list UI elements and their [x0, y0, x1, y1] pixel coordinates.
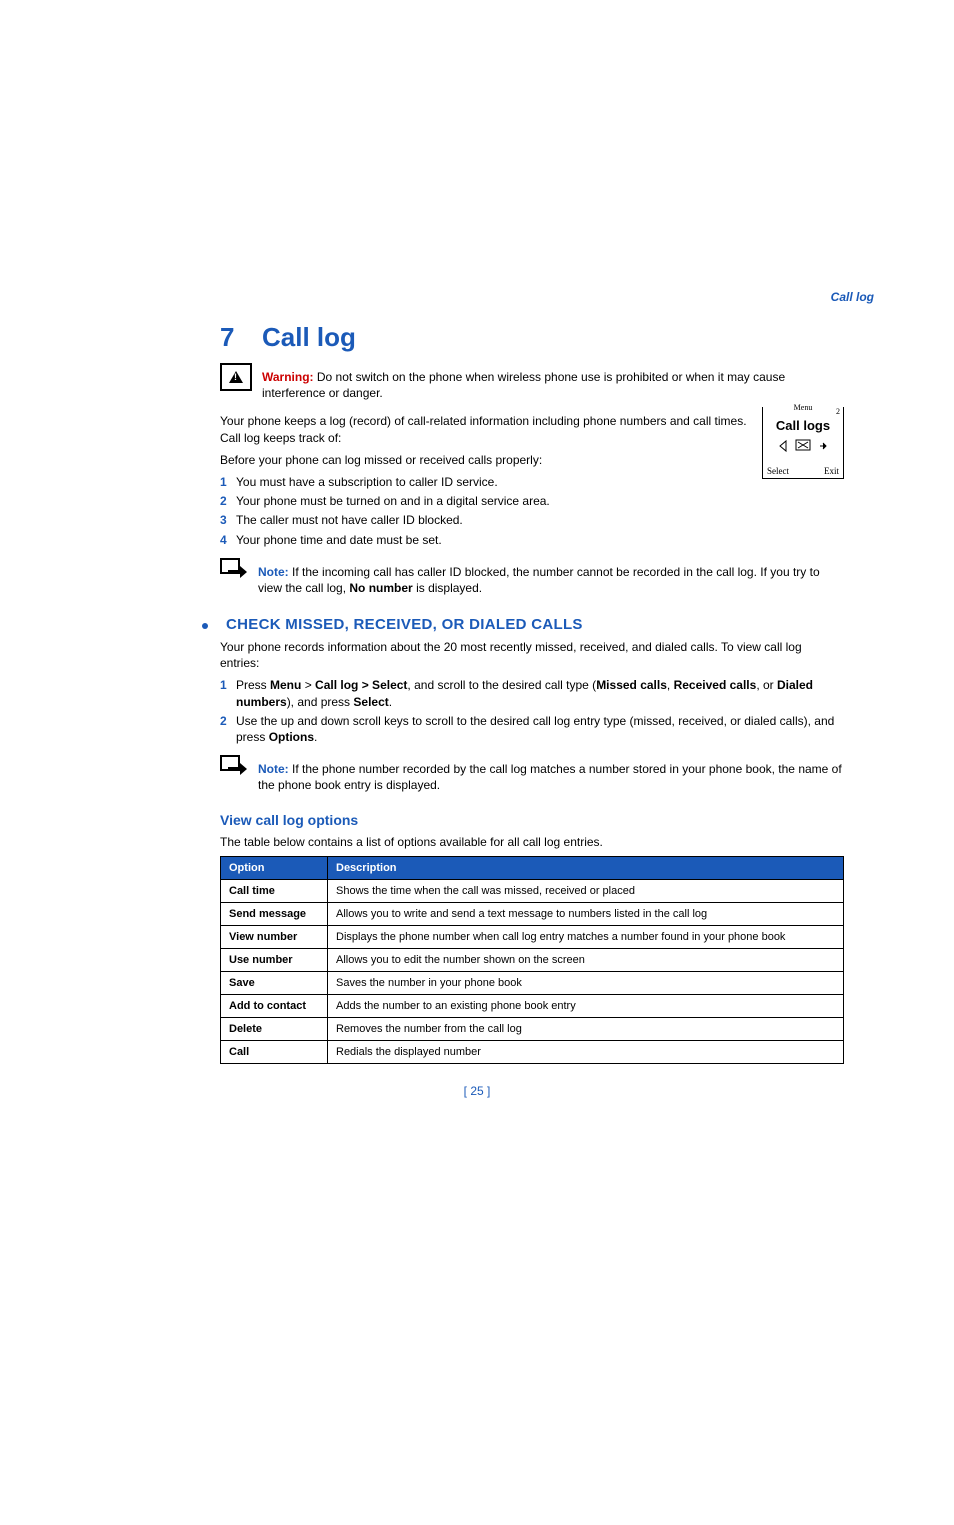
intro-paragraph-2: Before your phone can log missed or rece…: [220, 452, 844, 468]
th-option: Option: [221, 856, 328, 879]
list-item: 2Your phone must be turned on and in a d…: [220, 493, 844, 509]
th-description: Description: [328, 856, 844, 879]
options-table: OptionDescription Call timeShows the tim…: [220, 856, 844, 1064]
list-item: 1Press Menu > Call log > Select, and scr…: [220, 677, 844, 709]
warning-label: Warning:: [262, 370, 314, 384]
table-row: View numberDisplays the phone number whe…: [221, 925, 844, 948]
section-heading: CHECK MISSED, RECEIVED, OR DIALED CALLS: [220, 616, 844, 633]
list-item: 4Your phone time and date must be set.: [220, 532, 844, 548]
steps-list: 1Press Menu > Call log > Select, and scr…: [220, 677, 844, 745]
list-item: 3The caller must not have caller ID bloc…: [220, 512, 844, 528]
table-caption: The table below contains a list of optio…: [220, 834, 844, 850]
table-row: Call timeShows the time when the call wa…: [221, 879, 844, 902]
requirements-list: 1You must have a subscription to caller …: [220, 474, 844, 548]
note-text: Note: If the incoming call has caller ID…: [258, 564, 844, 596]
table-row: Send messageAllows you to write and send…: [221, 902, 844, 925]
section-title: CHECK MISSED, RECEIVED, OR DIALED CALLS: [226, 616, 583, 633]
list-item: 2Use the up and down scroll keys to scro…: [220, 713, 844, 745]
intro-paragraph-1: Your phone keeps a log (record) of call-…: [220, 413, 844, 445]
page-number: [ 25 ]: [80, 1084, 874, 1098]
chapter-heading: 7 Call log: [220, 322, 844, 353]
table-row: DeleteRemoves the number from the call l…: [221, 1017, 844, 1040]
note-block: Note: If the incoming call has caller ID…: [220, 558, 844, 602]
note-block: Note: If the phone number recorded by th…: [220, 755, 844, 799]
phone-screen-illustration: Menu 2 Call logs SelectExit: [762, 407, 844, 479]
chapter-title: Call log: [262, 322, 356, 353]
subsection-title: View call log options: [220, 812, 844, 828]
warning-text: Warning: Do not switch on the phone when…: [262, 369, 844, 401]
bullet-icon: [202, 623, 208, 629]
note-icon: [220, 558, 248, 580]
note-text: Note: If the phone number recorded by th…: [258, 761, 844, 793]
table-header-row: OptionDescription: [221, 856, 844, 879]
note-icon: [220, 755, 248, 777]
section-intro: Your phone records information about the…: [220, 639, 844, 671]
warning-block: Warning: Do not switch on the phone when…: [220, 363, 844, 407]
note-label: Note:: [258, 565, 289, 579]
chapter-number: 7: [220, 322, 262, 353]
note-label: Note:: [258, 762, 289, 776]
table-row: SaveSaves the number in your phone book: [221, 971, 844, 994]
table-row: Add to contactAdds the number to an exis…: [221, 994, 844, 1017]
table-row: CallRedials the displayed number: [221, 1040, 844, 1063]
warning-icon: [220, 363, 252, 391]
header-section-tag: Call log: [80, 290, 874, 304]
list-item: 1You must have a subscription to caller …: [220, 474, 844, 490]
table-row: Use numberAllows you to edit the number …: [221, 948, 844, 971]
